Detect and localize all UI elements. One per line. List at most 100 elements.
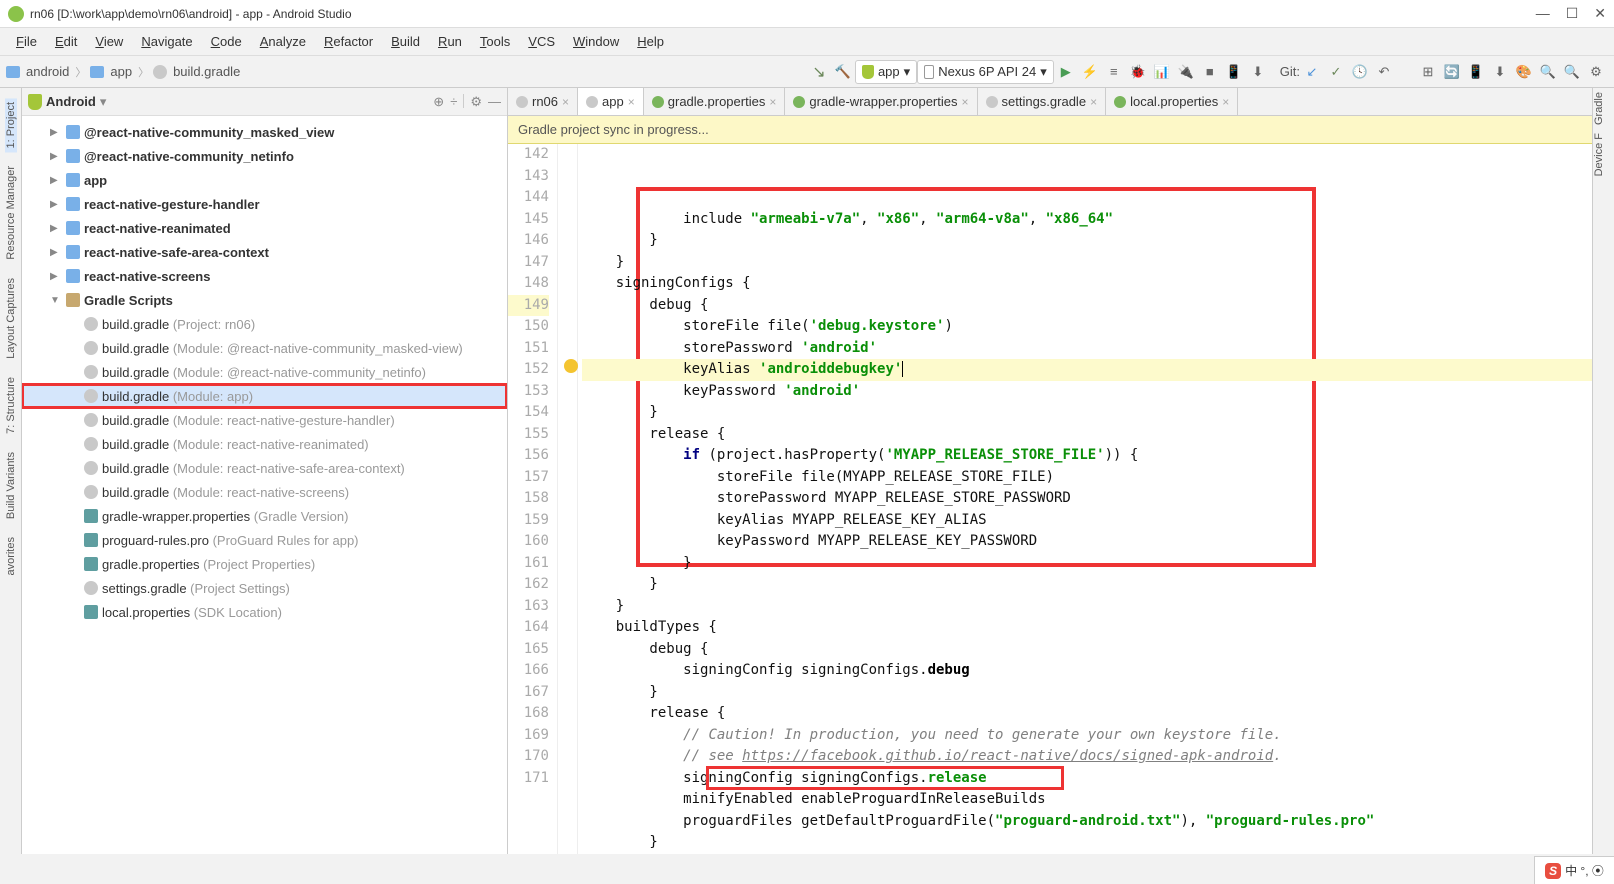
tab-settings-gradle[interactable]: settings.gradle×: [978, 88, 1107, 115]
breadcrumb-android[interactable]: android: [24, 62, 71, 81]
layout-inspector-icon[interactable]: 🔍: [1536, 60, 1560, 84]
menu-file[interactable]: File: [8, 32, 45, 51]
search-everywhere-icon[interactable]: 🔍: [1560, 60, 1584, 84]
run-config-dropdown[interactable]: app ▾: [855, 60, 917, 84]
tool-build-variants[interactable]: Build Variants: [5, 448, 17, 523]
apply-code-icon[interactable]: ≡: [1102, 60, 1126, 84]
tab-gradle-properties[interactable]: gradle.properties×: [644, 88, 786, 115]
tab-app[interactable]: app×: [578, 88, 644, 115]
menu-run[interactable]: Run: [430, 32, 470, 51]
apply-changes-icon[interactable]: ⚡: [1078, 60, 1102, 84]
tree-node[interactable]: build.gradle (Module: app): [22, 384, 507, 408]
menu-tools[interactable]: Tools: [472, 32, 518, 51]
vcs-update-icon[interactable]: ↙: [1300, 60, 1324, 84]
tree-node[interactable]: build.gradle (Module: react-native-scree…: [22, 480, 507, 504]
tree-node[interactable]: ▶react-native-gesture-handler: [22, 192, 507, 216]
select-opened-file-icon[interactable]: ⊕: [433, 94, 444, 110]
hide-panel-icon[interactable]: —: [488, 94, 501, 110]
tool-gradle[interactable]: Gradle: [1593, 88, 1605, 129]
folder-icon: [90, 66, 104, 78]
tree-node[interactable]: ▶react-native-screens: [22, 264, 507, 288]
tree-node[interactable]: proguard-rules.pro (ProGuard Rules for a…: [22, 528, 507, 552]
tab-rn06[interactable]: rn06×: [508, 88, 578, 115]
close-tab-icon[interactable]: ×: [1090, 95, 1097, 109]
avd-icon[interactable]: 📱: [1464, 60, 1488, 84]
tree-node[interactable]: ▶react-native-safe-area-context: [22, 240, 507, 264]
tree-node[interactable]: build.gradle (Module: @react-native-comm…: [22, 360, 507, 384]
tree-node[interactable]: build.gradle (Module: react-native-safe-…: [22, 456, 507, 480]
menu-analyze[interactable]: Analyze: [252, 32, 314, 51]
profile-icon[interactable]: 📊: [1150, 60, 1174, 84]
vcs-history-icon[interactable]: 🕓: [1348, 60, 1372, 84]
ime-badge[interactable]: S 中 °, ⦿: [1534, 856, 1614, 884]
dropdown-arrow-icon[interactable]: ▾: [100, 94, 107, 110]
close-tab-icon[interactable]: ×: [562, 95, 569, 109]
code-editor[interactable]: 1421431441451461471481491501511521531541…: [508, 144, 1592, 854]
breadcrumb-file[interactable]: build.gradle: [171, 62, 242, 81]
sync-down-icon[interactable]: ↘: [807, 60, 831, 84]
close-tab-icon[interactable]: ×: [1222, 95, 1229, 109]
tree-node[interactable]: build.gradle (Module: react-native-reani…: [22, 432, 507, 456]
tree-node[interactable]: ▶app: [22, 168, 507, 192]
tree-node[interactable]: build.gradle (Module: react-native-gestu…: [22, 408, 507, 432]
debug-button[interactable]: 🐞: [1126, 60, 1150, 84]
tool-device f[interactable]: Device F: [1593, 129, 1605, 180]
tool-avorites[interactable]: avorites: [5, 533, 17, 580]
tree-node[interactable]: gradle.properties (Project Properties): [22, 552, 507, 576]
menu-refactor[interactable]: Refactor: [316, 32, 381, 51]
sdk-manager-icon[interactable]: ⬇: [1246, 60, 1270, 84]
menu-navigate[interactable]: Navigate: [133, 32, 200, 51]
minimize-button[interactable]: —: [1536, 5, 1550, 22]
expand-all-icon[interactable]: ÷: [450, 94, 457, 110]
menu-code[interactable]: Code: [203, 32, 250, 51]
tree-node[interactable]: ▶@react-native-community_netinfo: [22, 144, 507, 168]
tool-layout-captures[interactable]: Layout Captures: [5, 274, 17, 363]
tree-node[interactable]: ▶react-native-reanimated: [22, 216, 507, 240]
menu-view[interactable]: View: [87, 32, 131, 51]
sync-gradle-icon[interactable]: 🔄: [1440, 60, 1464, 84]
close-tab-icon[interactable]: ×: [628, 95, 635, 109]
menu-build[interactable]: Build: [383, 32, 428, 51]
device-dropdown[interactable]: Nexus 6P API 24 ▾: [917, 60, 1054, 84]
tree-node[interactable]: ▼Gradle Scripts: [22, 288, 507, 312]
fold-column[interactable]: [558, 144, 578, 854]
vcs-revert-icon[interactable]: ↶: [1372, 60, 1396, 84]
tree-node[interactable]: gradle-wrapper.properties (Gradle Versio…: [22, 504, 507, 528]
sdk-icon[interactable]: ⬇: [1488, 60, 1512, 84]
intention-bulb-icon[interactable]: [564, 359, 578, 373]
tree-node[interactable]: local.properties (SDK Location): [22, 600, 507, 624]
avd-manager-icon[interactable]: 📱: [1222, 60, 1246, 84]
resource-manager-icon[interactable]: 🎨: [1512, 60, 1536, 84]
project-tree[interactable]: ▶@react-native-community_masked_view▶@re…: [22, 116, 507, 854]
menu-help[interactable]: Help: [629, 32, 672, 51]
tool----structure[interactable]: 7: Structure: [5, 373, 17, 438]
tool-resource-manager[interactable]: Resource Manager: [5, 162, 17, 264]
menu-vcs[interactable]: VCS: [520, 32, 563, 51]
android-icon: [862, 65, 874, 79]
maximize-button[interactable]: ☐: [1566, 5, 1579, 22]
menu-edit[interactable]: Edit: [47, 32, 85, 51]
vcs-commit-icon[interactable]: ✓: [1324, 60, 1348, 84]
tree-node[interactable]: build.gradle (Project: rn06): [22, 312, 507, 336]
run-button[interactable]: ▶: [1054, 60, 1078, 84]
tree-node[interactable]: build.gradle (Module: @react-native-comm…: [22, 336, 507, 360]
breadcrumb-app[interactable]: app: [108, 62, 134, 81]
gear-icon[interactable]: ⚙: [470, 94, 482, 110]
menu-window[interactable]: Window: [565, 32, 627, 51]
project-structure-icon[interactable]: ⊞: [1416, 60, 1440, 84]
tree-node[interactable]: ▶@react-native-community_masked_view: [22, 120, 507, 144]
tree-node[interactable]: settings.gradle (Project Settings): [22, 576, 507, 600]
build-icon[interactable]: 🔨: [831, 60, 855, 84]
tool----project[interactable]: 1: Project: [5, 98, 17, 152]
settings-icon[interactable]: ⚙: [1584, 60, 1608, 84]
close-button[interactable]: ✕: [1594, 5, 1606, 22]
tab-local-properties[interactable]: local.properties×: [1106, 88, 1238, 115]
close-tab-icon[interactable]: ×: [769, 95, 776, 109]
stop-button[interactable]: ■: [1198, 60, 1222, 84]
tab-gradle-wrapper-properties[interactable]: gradle-wrapper.properties×: [785, 88, 977, 115]
project-view-label[interactable]: Android: [46, 94, 96, 109]
attach-debugger-icon[interactable]: 🔌: [1174, 60, 1198, 84]
code-content[interactable]: include "armeabi-v7a", "x86", "arm64-v8a…: [578, 144, 1592, 854]
close-tab-icon[interactable]: ×: [961, 95, 968, 109]
sogou-icon: S: [1545, 863, 1561, 879]
